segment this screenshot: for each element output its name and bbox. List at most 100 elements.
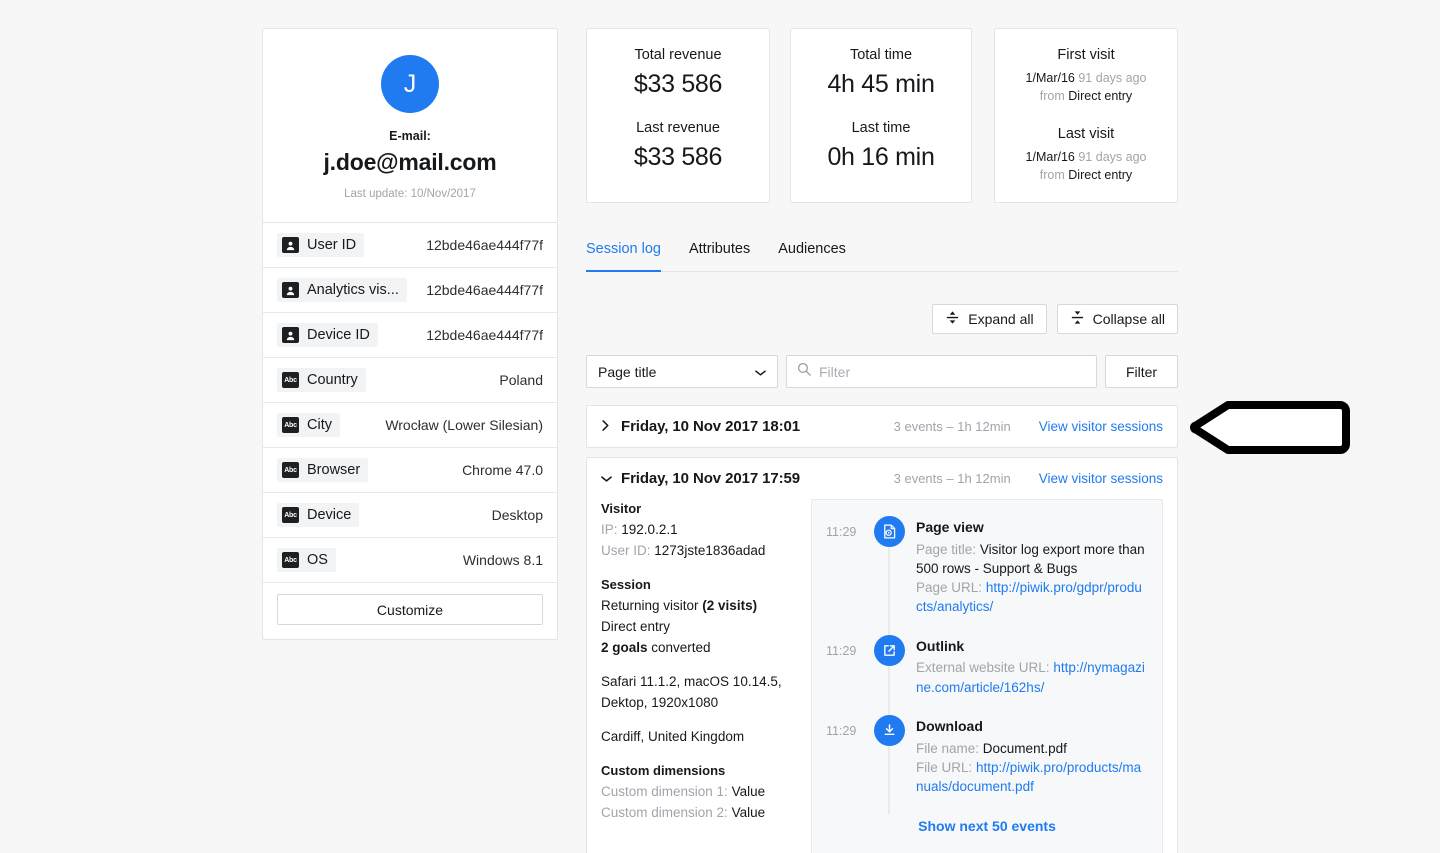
visitor-profile-card: J E-mail: j.doe@mail.com Last update: 10… <box>262 28 558 640</box>
timeline-connector <box>888 547 890 635</box>
last-revenue-label: Last revenue <box>636 120 720 136</box>
goals-line: 2 goals converted <box>601 638 797 659</box>
attribute-row[interactable]: Abc City Wrocław (Lower Silesian) <box>263 403 557 448</box>
filter-input-box <box>786 355 1097 388</box>
event-title: Outlink <box>916 637 965 654</box>
session-list: Friday, 10 Nov 2017 18:01 3 events – 1h … <box>586 405 1178 853</box>
visitor-profile-page: J E-mail: j.doe@mail.com Last update: 10… <box>0 0 1440 853</box>
location-info: Cardiff, United Kingdom <box>601 728 745 744</box>
timeline-connector <box>888 665 890 715</box>
attribute-name: Analytics vis... <box>307 282 399 298</box>
search-icon <box>797 362 811 381</box>
custom-dimension-2-label: Custom dimension 2: <box>601 804 728 820</box>
view-visitor-sessions-link[interactable]: View visitor sessions <box>1039 471 1163 486</box>
visitor-ip-line: IP: 192.0.2.1 <box>601 520 797 541</box>
visitor-userid-line: User ID: 1273jste1836adad <box>601 541 797 562</box>
chevron-right-icon[interactable] <box>601 420 611 433</box>
first-visit-label: First visit <box>1057 47 1115 63</box>
chevron-down-icon[interactable] <box>601 472 612 485</box>
total-revenue-value: $33 586 <box>633 70 723 98</box>
collapse-all-label: Collapse all <box>1092 311 1165 327</box>
show-next-events-link[interactable]: Show next 50 events <box>918 818 1056 834</box>
attribute-list: User ID 12bde46ae444f77f Analytics vis..… <box>263 223 557 583</box>
session-header[interactable]: Friday, 10 Nov 2017 18:01 3 events – 1h … <box>587 406 1177 447</box>
timeline-connector <box>888 745 890 815</box>
tab-session-log[interactable]: Session log <box>586 241 661 272</box>
attribute-row[interactable]: Abc Browser Chrome 47.0 <box>263 448 557 493</box>
last-time-label: Last time <box>851 120 911 136</box>
event-body: Page view Page title: Visitor log export… <box>916 516 1148 617</box>
dimension-select[interactable]: Page title <box>586 355 778 388</box>
event-url-label: File URL: <box>916 759 973 775</box>
attribute-value: Poland <box>499 372 543 388</box>
attribute-row[interactable]: User ID 12bde46ae444f77f <box>263 223 557 268</box>
user-icon <box>282 237 299 253</box>
email-label: E-mail: <box>389 129 431 143</box>
session-title: Friday, 10 Nov 2017 18:01 <box>621 418 800 435</box>
attribute-chip: Analytics vis... <box>277 278 407 302</box>
attribute-row[interactable]: Device ID 12bde46ae444f77f <box>263 313 557 358</box>
first-visit-date: 1/Mar/16 <box>1025 71 1075 85</box>
user-icon <box>282 327 299 343</box>
event-detail-label: Page title: <box>916 541 977 557</box>
event-title: Page view <box>916 519 984 535</box>
first-visit-detail: 1/Mar/16 91 days ago from Direct entry <box>1005 69 1167 105</box>
session-title: Friday, 10 Nov 2017 17:59 <box>621 470 800 487</box>
attribute-name: City <box>307 417 332 433</box>
attribute-row[interactable]: Analytics vis... 12bde46ae444f77f <box>263 268 557 313</box>
filter-button[interactable]: Filter <box>1105 355 1178 388</box>
event-detail-line: File name: Document.pdf <box>916 739 1148 758</box>
session-toolbar: Expand all Collapse all <box>586 304 1178 334</box>
customize-button[interactable]: Customize <box>277 594 543 625</box>
attribute-row[interactable]: Abc Country Poland <box>263 358 557 403</box>
attribute-value: 12bde46ae444f77f <box>426 237 543 253</box>
visit-count: (2 visits) <box>702 598 758 614</box>
event-url-line: File URL: http://piwik.pro/products/manu… <box>916 758 1148 796</box>
expand-all-button[interactable]: Expand all <box>932 304 1047 334</box>
event-body: Outlink External website URL: http://nym… <box>916 635 1148 697</box>
attribute-value: 12bde46ae444f77f <box>426 327 543 343</box>
filter-input-wrap <box>786 355 1097 388</box>
total-time-label: Total time <box>849 47 913 63</box>
event-title: Download <box>916 717 983 734</box>
returning-visitor-line: Returning visitor (2 visits) <box>601 596 797 617</box>
abc-icon: Abc <box>282 417 299 433</box>
goals-converted-text: converted <box>647 639 711 655</box>
tech-info: Safari 11.1.2, macOS 10.14.5, Dektop, 19… <box>601 673 782 710</box>
event-url-label: External website URL: <box>916 660 1050 676</box>
session-header[interactable]: Friday, 10 Nov 2017 17:59 3 events – 1h … <box>587 458 1177 499</box>
entry-type: Direct entry <box>601 619 671 635</box>
view-visitor-sessions-link[interactable]: View visitor sessions <box>1039 419 1163 434</box>
custom-dimension-2-value: Value <box>731 804 766 820</box>
tab-audiences[interactable]: Audiences <box>778 241 846 271</box>
attribute-chip: Device ID <box>277 323 378 347</box>
collapse-all-button[interactable]: Collapse all <box>1056 304 1178 334</box>
attribute-row[interactable]: Abc Device Desktop <box>263 493 557 538</box>
attribute-chip: User ID <box>277 233 365 257</box>
attribute-row[interactable]: Abc OS Windows 8.1 <box>263 538 557 583</box>
session-heading: Session <box>601 576 651 592</box>
last-visit-detail: 1/Mar/16 91 days ago from Direct entry <box>1005 148 1167 184</box>
outlink-icon <box>873 634 905 666</box>
user-icon <box>282 282 299 298</box>
visitor-heading: Visitor <box>601 501 642 516</box>
custom-dimension-1: Custom dimension 1: Value <box>601 782 797 803</box>
last-visit-label: Last visit <box>1057 126 1115 143</box>
kpi-card-visits: First visit 1/Mar/16 91 days ago from Di… <box>994 28 1178 203</box>
last-time-value: 0h 16 min <box>827 143 935 171</box>
attribute-value: Windows 8.1 <box>462 552 543 568</box>
session-meta: 3 events – 1h 12min <box>893 419 1011 434</box>
tab-attributes[interactable]: Attributes <box>689 241 750 271</box>
attribute-name: Device ID <box>307 327 370 343</box>
event-icon-wrap <box>873 634 905 715</box>
event-item: 11:29 Page view Page title: Visitor log … <box>826 516 1148 635</box>
visitor-ip-value: 192.0.2.1 <box>621 522 678 538</box>
kpi-card-time: Total time 4h 45 min Last time 0h 16 min <box>790 28 972 203</box>
custom-dimensions-heading: Custom dimensions <box>601 762 726 778</box>
collapse-icon <box>1070 310 1085 328</box>
search-input[interactable] <box>819 363 1086 380</box>
goals-count: 2 goals <box>601 639 648 655</box>
event-time: 11:29 <box>826 723 857 738</box>
event-detail-line: Page title: Visitor log export more than… <box>916 540 1148 578</box>
attribute-name: OS <box>307 552 328 568</box>
